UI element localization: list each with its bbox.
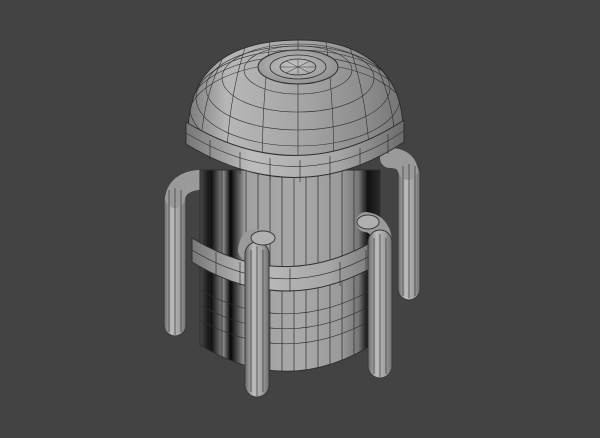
leg-back-right[interactable]	[380, 148, 421, 301]
3d-viewport[interactable]	[0, 0, 600, 438]
tank-model[interactable]	[0, 0, 600, 438]
